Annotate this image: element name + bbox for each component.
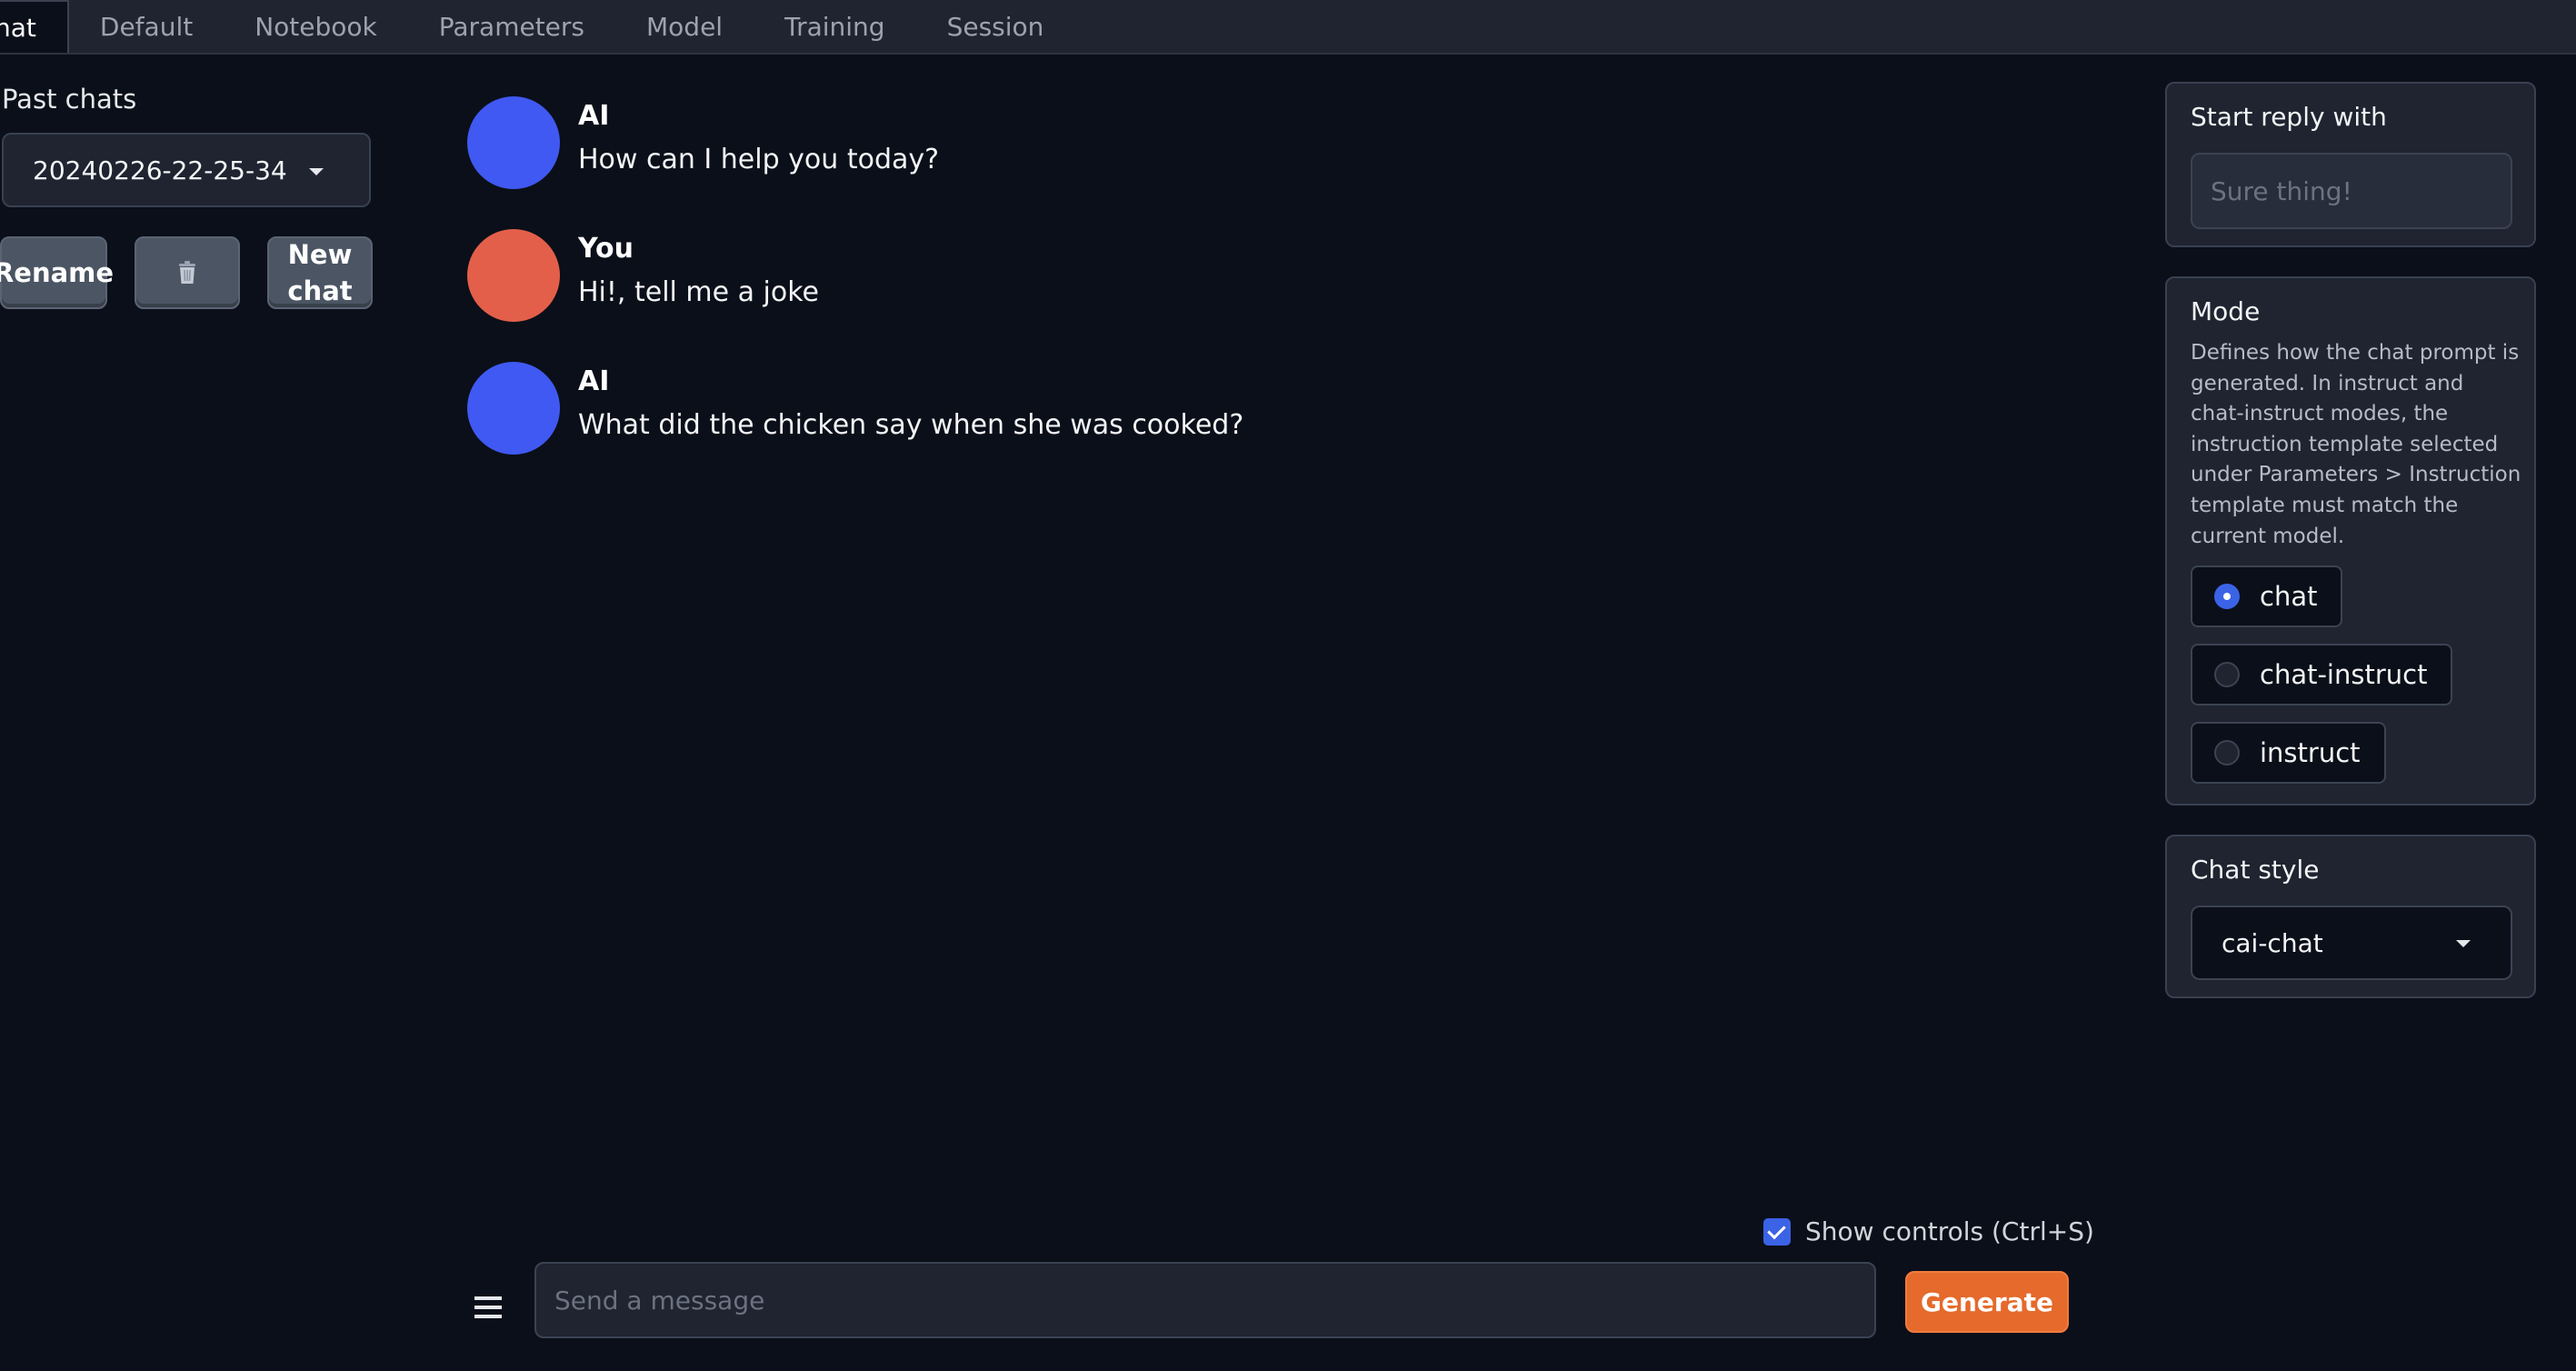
past-chats-dropdown[interactable]: 20240226-22-25-34 — [2, 133, 371, 207]
mode-description: Defines how the chat prompt is generated… — [2191, 341, 2521, 548]
radio-unchecked-icon — [2214, 740, 2240, 766]
new-chat-label-line1: New — [287, 239, 353, 270]
rename-button[interactable]: Rename — [0, 236, 114, 309]
mode-label: Mode — [2191, 296, 2261, 326]
avatar — [467, 362, 560, 455]
message-text: Hi!, tell me a joke — [578, 276, 820, 308]
trash-icon — [179, 261, 195, 284]
chevron-down-icon — [2456, 940, 2471, 947]
radio-unchecked-icon — [2214, 662, 2240, 687]
message-sender: AI — [578, 365, 610, 397]
chat-message: AI How can I help you today? — [467, 91, 1558, 191]
mode-panel: Mode Defines how the chat prompt is gene… — [2165, 276, 2536, 806]
mode-option-label: chat-instruct — [2260, 659, 2428, 690]
start-reply-panel: Start reply with — [2165, 82, 2536, 247]
avatar — [467, 96, 560, 189]
chat-style-panel: Chat style cai-chat — [2165, 835, 2536, 998]
new-chat-label-line2: chat — [287, 275, 353, 306]
show-controls-toggle[interactable]: Show controls (Ctrl+S) — [1763, 1216, 2094, 1246]
chat-message: AI What did the chicken say when she was… — [467, 356, 1558, 456]
chat-style-label: Chat style — [2191, 855, 2320, 885]
message-sender: AI — [578, 100, 610, 132]
start-reply-input[interactable] — [2191, 153, 2512, 229]
chevron-down-icon — [309, 168, 324, 175]
mode-option-label: chat — [2260, 581, 2318, 612]
mode-option-instruct[interactable]: instruct — [2191, 722, 2386, 784]
mode-option-label: instruct — [2260, 737, 2361, 768]
mode-option-chat[interactable]: chat — [2191, 565, 2343, 627]
chat-style-selected: cai-chat — [2222, 927, 2323, 958]
tab-default[interactable]: Default — [69, 0, 224, 53]
tab-session[interactable]: Session — [916, 0, 1075, 53]
message-text: What did the chicken say when she was co… — [578, 409, 1244, 441]
checkbox-checked-icon[interactable] — [1763, 1217, 1791, 1246]
message-text: How can I help you today? — [578, 144, 940, 175]
chat-style-dropdown[interactable]: cai-chat — [2191, 906, 2512, 980]
tab-training[interactable]: Training — [754, 0, 915, 53]
tab-bar: hat Default Notebook Parameters Model Tr… — [0, 0, 2576, 55]
message-input[interactable] — [534, 1262, 1876, 1338]
past-chats-label: Past chats — [2, 84, 137, 115]
show-controls-label: Show controls (Ctrl+S) — [1805, 1216, 2094, 1246]
new-chat-button[interactable]: New chat — [267, 236, 373, 309]
generate-button[interactable]: Generate — [1905, 1271, 2069, 1333]
tab-notebook[interactable]: Notebook — [224, 0, 408, 53]
message-sender: You — [578, 233, 634, 265]
avatar — [467, 229, 560, 322]
menu-icon[interactable] — [474, 1296, 502, 1318]
delete-chat-button[interactable] — [135, 236, 240, 309]
mode-option-chat-instruct[interactable]: chat-instruct — [2191, 644, 2453, 706]
tab-chat[interactable]: hat — [0, 0, 69, 53]
start-reply-label: Start reply with — [2191, 102, 2387, 132]
radio-checked-icon — [2214, 584, 2240, 609]
chat-message: You Hi!, tell me a joke — [467, 224, 1558, 324]
tab-parameters[interactable]: Parameters — [408, 0, 615, 53]
tab-model[interactable]: Model — [615, 0, 754, 53]
past-chats-selected: 20240226-22-25-34 — [33, 155, 287, 185]
